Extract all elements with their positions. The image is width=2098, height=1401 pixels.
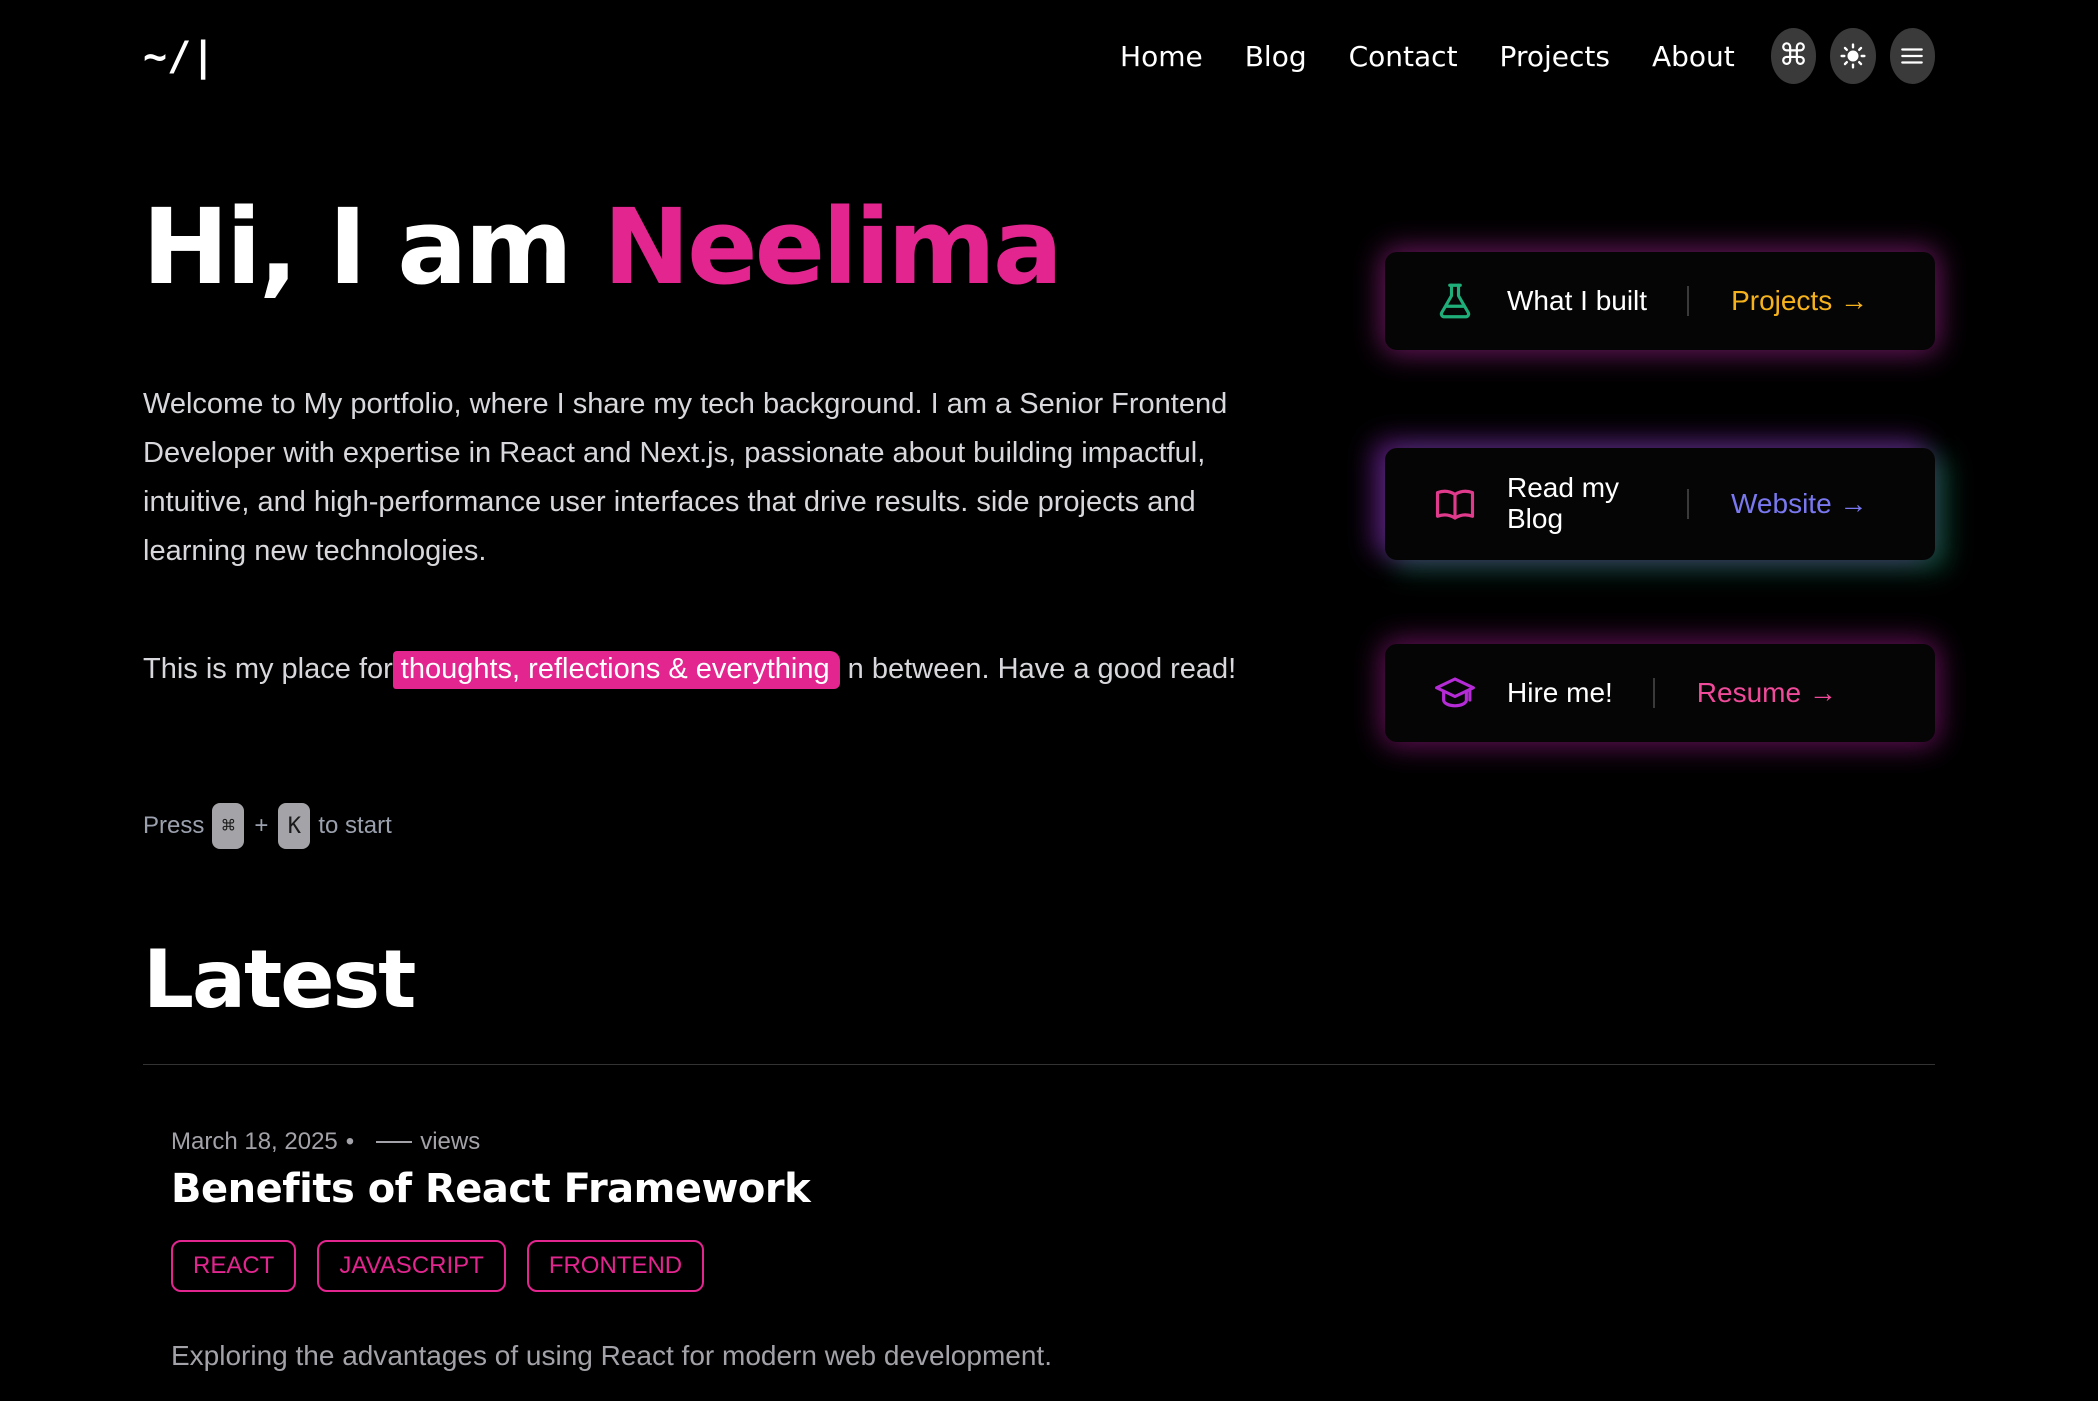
post-title[interactable]: Benefits of React Framework bbox=[171, 1166, 811, 1212]
meta-separator: • bbox=[345, 1128, 355, 1155]
post-excerpt: Exploring the advantages of using React … bbox=[171, 1340, 1052, 1371]
resume-link[interactable]: Resume → bbox=[1697, 677, 1837, 709]
tagline-after: n between. Have a good read! bbox=[847, 653, 1237, 685]
site-logo[interactable]: ~/| bbox=[143, 34, 215, 80]
hire-card[interactable]: Hire me! Resume → bbox=[1385, 644, 1935, 742]
press-label: Press bbox=[143, 812, 205, 839]
menu-icon bbox=[1901, 48, 1924, 64]
post-date: March 18, 2025 bbox=[171, 1128, 338, 1155]
sun-icon bbox=[1840, 43, 1866, 69]
book-icon bbox=[1431, 480, 1479, 528]
hero-name: Neelima bbox=[603, 186, 1063, 308]
to-start-label: to start bbox=[318, 812, 392, 839]
tag-react[interactable]: REACT bbox=[171, 1240, 297, 1292]
cmd-key: ⌘ bbox=[212, 803, 245, 849]
keyboard-hint: Press ⌘ + K to start bbox=[143, 803, 392, 849]
latest-heading: Latest bbox=[143, 933, 416, 1026]
hire-card-label: Hire me! bbox=[1507, 676, 1613, 708]
card-divider bbox=[1687, 489, 1689, 519]
graduation-cap-icon bbox=[1431, 669, 1479, 717]
command-icon: ⌘ bbox=[1778, 38, 1809, 73]
hero-heading: Hi, I am Neelima bbox=[142, 190, 1063, 304]
nav-blog[interactable]: Blog bbox=[1245, 40, 1307, 73]
nav-contact[interactable]: Contact bbox=[1349, 40, 1458, 73]
plus-sign: + bbox=[254, 812, 269, 839]
tag-javascript[interactable]: JAVASCRIPT bbox=[317, 1240, 506, 1292]
card-divider bbox=[1687, 286, 1690, 316]
post-tags: REACT JAVASCRIPT FRONTEND bbox=[171, 1240, 725, 1292]
post-meta: March 18, 2025 • views bbox=[171, 1128, 480, 1156]
nav-projects[interactable]: Projects bbox=[1500, 40, 1610, 73]
k-key: K bbox=[278, 803, 311, 849]
intro-paragraph: Welcome to My portfolio, where I share m… bbox=[143, 388, 1228, 567]
post-views-label: views bbox=[420, 1128, 481, 1155]
theme-toggle-button[interactable] bbox=[1830, 28, 1876, 84]
main-nav: Home Blog Contact Projects About ⌘ bbox=[1120, 26, 1935, 86]
projects-card-label: What I built bbox=[1507, 284, 1648, 316]
tagline-paragraph: This is my place for thoughts, reflection… bbox=[143, 645, 1293, 694]
projects-card[interactable]: What I built Projects → bbox=[1385, 252, 1935, 350]
blog-card-label: Read my Blog bbox=[1507, 472, 1620, 534]
menu-button[interactable] bbox=[1889, 28, 1935, 84]
flask-icon bbox=[1431, 277, 1479, 325]
tag-frontend[interactable]: FRONTEND bbox=[526, 1240, 705, 1292]
command-palette-button[interactable]: ⌘ bbox=[1770, 28, 1817, 84]
nav-home[interactable]: Home bbox=[1120, 40, 1203, 73]
website-link[interactable]: Website → bbox=[1731, 488, 1867, 520]
nav-about[interactable]: About bbox=[1652, 40, 1735, 73]
card-divider bbox=[1652, 678, 1655, 708]
section-divider bbox=[143, 1064, 1935, 1065]
hero-greeting: Hi, I am bbox=[142, 186, 573, 308]
blog-card[interactable]: Read my Blog Website → bbox=[1385, 448, 1935, 560]
projects-link[interactable]: Projects → bbox=[1731, 285, 1868, 317]
views-loading-placeholder bbox=[376, 1141, 413, 1143]
tagline-before: This is my place for bbox=[143, 653, 393, 685]
tagline-highlight: thoughts, reflections & everything bbox=[392, 651, 840, 689]
